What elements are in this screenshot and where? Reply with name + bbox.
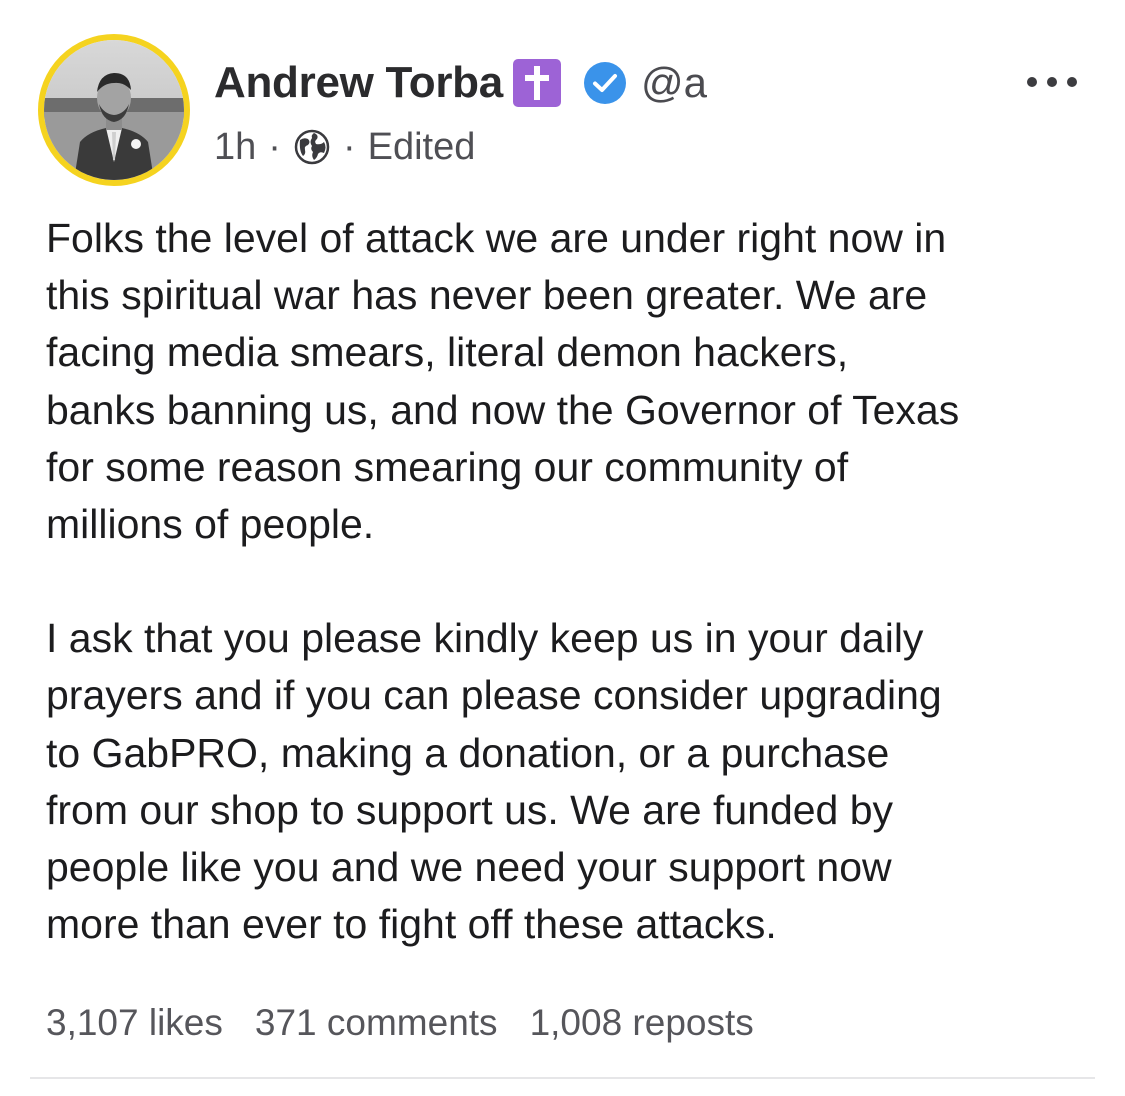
post-text-line: prayers and if you can please consider u… (46, 672, 942, 719)
globe-icon (293, 128, 331, 166)
post-text-line: facing media smears, literal demon hacke… (46, 329, 849, 376)
post-text-line: for some reason smearing our community o… (46, 443, 849, 490)
author-username[interactable]: @a (641, 59, 707, 107)
likes-count[interactable]: 3,107 likes (46, 1002, 223, 1044)
verified-check-icon (583, 61, 627, 105)
avatar[interactable] (38, 34, 190, 186)
post-text-line: banks banning us, and now the Governor o… (46, 386, 960, 433)
author-row: Andrew Torba @a (214, 56, 707, 110)
reposts-count[interactable]: 1,008 reposts (530, 1002, 754, 1044)
post-paragraph: I ask that you please kindly keep us in … (46, 610, 1096, 953)
edited-label[interactable]: Edited (368, 126, 476, 169)
avatar-photo (44, 40, 184, 180)
post-text-line: millions of people. (46, 501, 375, 548)
post-text-line: this spiritual war has never been greate… (46, 272, 928, 319)
post-text-line: I ask that you please kindly keep us in … (46, 615, 924, 662)
post-text-line: Folks the level of attack we are under r… (46, 215, 947, 261)
comments-count[interactable]: 371 comments (255, 1002, 498, 1044)
post-text-line: people like you and we need your support… (46, 844, 892, 891)
post-text-line: from our shop to support us. We are fund… (46, 786, 894, 833)
post-card: Andrew Torba @a 1h · · Edited Folks the … (0, 0, 1125, 1096)
meta-separator: · (342, 125, 356, 168)
cross-icon (512, 59, 561, 107)
post-stats: 3,107 likes 371 comments 1,008 reposts (46, 998, 754, 1048)
post-body: Folks the level of attack we are under r… (46, 210, 1096, 953)
post-timestamp[interactable]: 1h (214, 126, 256, 169)
post-meta: 1h · · Edited (214, 122, 475, 172)
author-display-name[interactable]: Andrew Torba (214, 58, 503, 108)
post-paragraph: Folks the level of attack we are under r… (46, 210, 1096, 553)
post-text-line: to GabPRO, making a donation, or a purch… (46, 729, 890, 776)
meta-separator: · (268, 125, 281, 168)
post-text-line: more than ever to fight off these attack… (46, 901, 777, 948)
divider (30, 1077, 1095, 1079)
more-dots-icon (1027, 77, 1077, 87)
more-options-button[interactable] (1022, 62, 1082, 102)
